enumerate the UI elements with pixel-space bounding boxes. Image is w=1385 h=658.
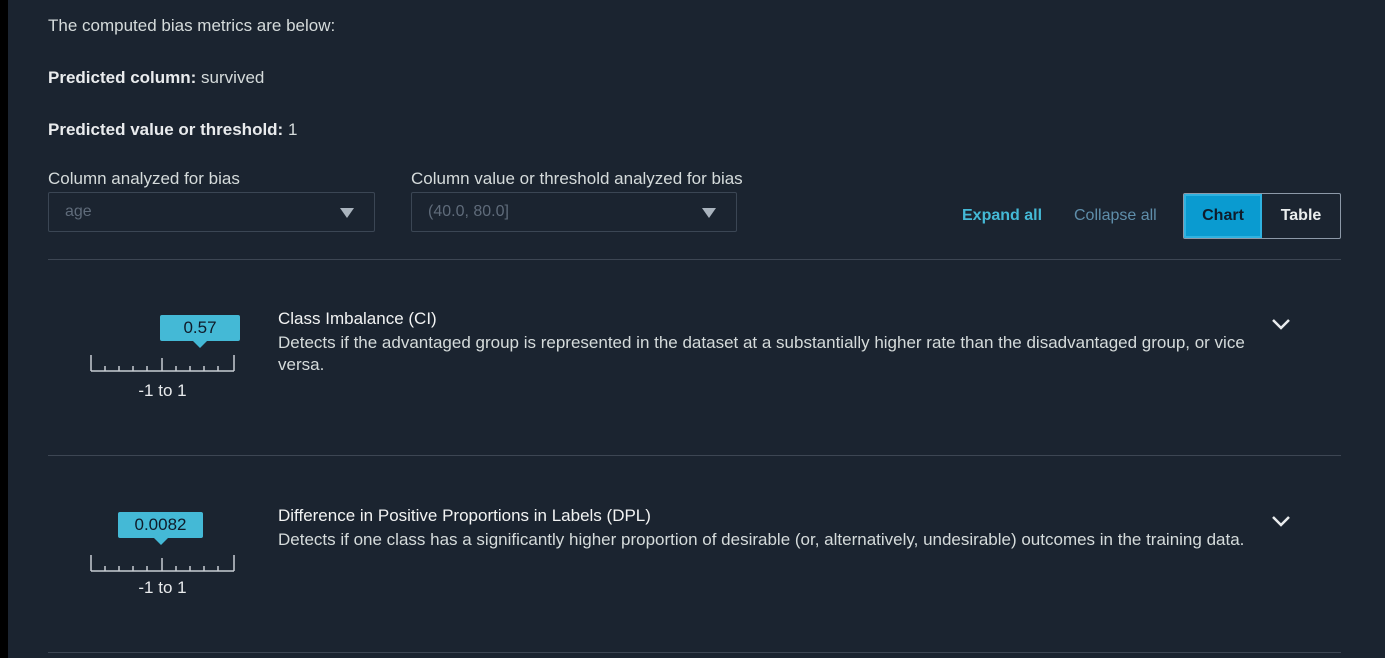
metric-description: Detects if the advantaged group is repre… xyxy=(278,333,1245,374)
scale-ruler-icon xyxy=(90,555,235,572)
metric-value-badge: 0.0082 xyxy=(118,512,203,545)
column-select-label: Column analyzed for bias xyxy=(48,169,240,188)
divider xyxy=(48,259,1341,260)
predicted-threshold: Predicted value or threshold: 1 xyxy=(48,120,297,140)
table-view-button[interactable]: Table xyxy=(1262,194,1340,238)
caret-down-icon xyxy=(702,208,716,218)
predicted-threshold-value: 1 xyxy=(287,120,298,139)
bias-metrics-panel: The computed bias metrics are below: Pre… xyxy=(8,0,1385,658)
caret-down-icon xyxy=(340,208,354,218)
view-toggle: Chart Table xyxy=(1183,193,1341,239)
predicted-column: Predicted column: survived xyxy=(48,68,264,88)
metric-title: Difference in Positive Proportions in La… xyxy=(278,506,651,525)
collapse-all-link[interactable]: Collapse all xyxy=(1074,207,1157,225)
predicted-column-value: survived xyxy=(201,68,265,87)
threshold-select[interactable]: (40.0, 80.0] xyxy=(411,192,737,232)
metric-value: 0.57 xyxy=(183,318,217,337)
intro-text: The computed bias metrics are below: xyxy=(48,16,336,35)
metric-description: Detects if one class has a significantly… xyxy=(278,530,1245,549)
badge-pointer xyxy=(193,341,207,348)
badge-pointer xyxy=(153,538,168,545)
divider xyxy=(48,652,1341,653)
metric-title: Class Imbalance (CI) xyxy=(278,309,437,328)
threshold-select-label: Column value or threshold analyzed for b… xyxy=(411,169,743,188)
threshold-select-value: (40.0, 80.0] xyxy=(428,203,509,220)
column-select-value: age xyxy=(65,203,92,220)
chevron-down-icon[interactable] xyxy=(1270,317,1292,331)
metric-range: -1 to 1 xyxy=(138,578,187,597)
metric-range: -1 to 1 xyxy=(138,381,187,400)
scale-ruler-icon xyxy=(90,355,235,372)
divider xyxy=(48,455,1341,456)
expand-all-link[interactable]: Expand all xyxy=(962,207,1042,225)
predicted-column-label: Predicted column: xyxy=(48,68,197,87)
metric-value-badge: 0.57 xyxy=(160,315,240,348)
chevron-down-icon[interactable] xyxy=(1270,514,1292,528)
column-select[interactable]: age xyxy=(48,192,375,232)
metric-value: 0.0082 xyxy=(134,515,187,534)
chart-view-button[interactable]: Chart xyxy=(1184,194,1262,238)
predicted-threshold-label: Predicted value or threshold: xyxy=(48,120,284,139)
